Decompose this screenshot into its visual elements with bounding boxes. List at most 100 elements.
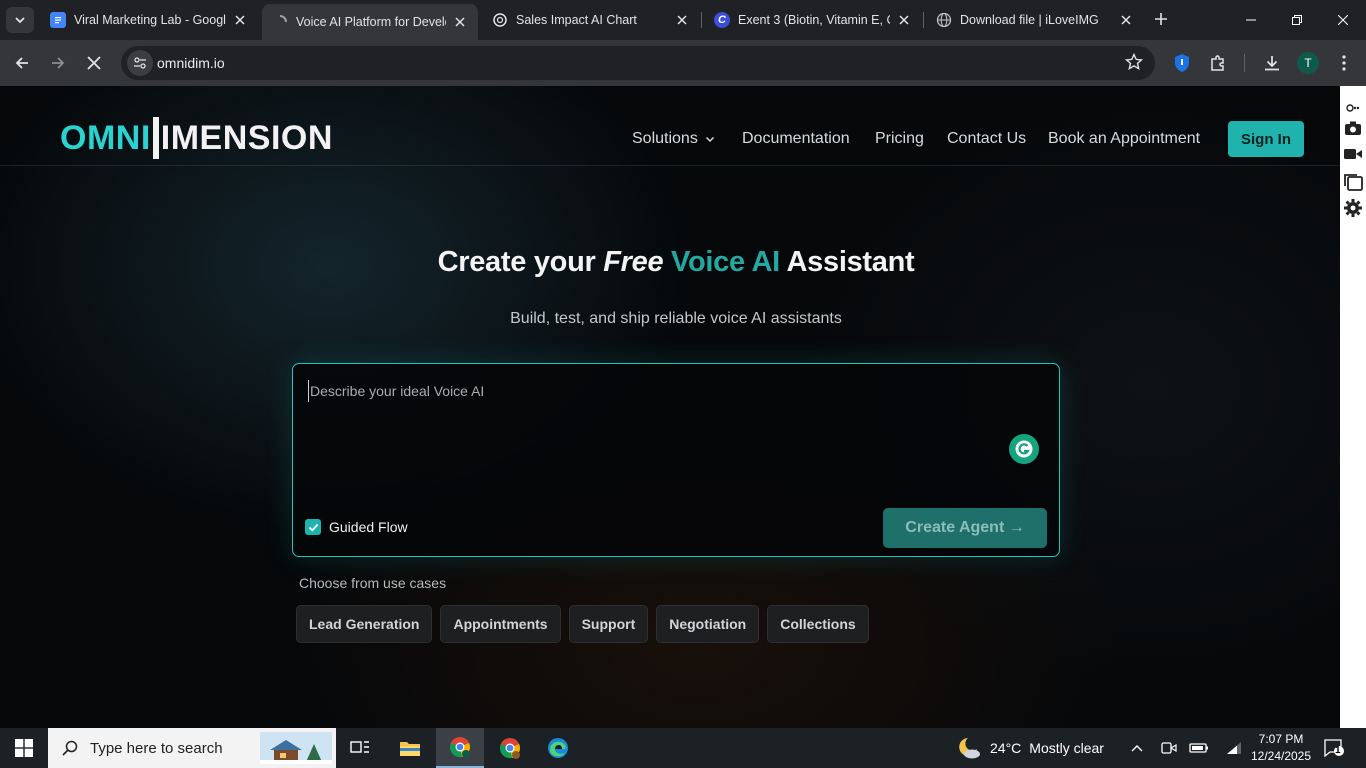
system-clock[interactable]: 7:07 PM 12/24/2025 [1248,731,1314,765]
nav-contact-us[interactable]: Contact Us [947,130,1026,148]
tab-sales-impact-chart[interactable]: Sales Impact AI Chart [482,6,700,34]
voice-ai-prompt-box: Guided Flow Create Agent → [292,363,1060,557]
downloads-button[interactable] [1258,49,1286,77]
bookmark-star-icon[interactable] [1124,52,1144,76]
battery-icon[interactable] [1189,738,1209,758]
weather-widget[interactable]: 24°C Mostly clear [956,728,1104,768]
search-icon [62,740,78,756]
tab-download-file[interactable]: Download file | iLoveIMG [926,6,1144,34]
close-icon[interactable] [674,12,690,28]
weather-temp: 24°C [990,740,1022,756]
sign-in-button[interactable]: Sign In [1228,121,1304,157]
voice-ai-description-input[interactable] [308,380,1008,402]
site-header: OMNI IMENSION Solutions Documentation Pri… [0,86,1340,166]
shield-icon [1175,54,1189,72]
meet-now-icon[interactable] [1159,738,1179,758]
tab-exent-3[interactable]: C Exent 3 (Biotin, Vitamin E, Co [704,6,922,34]
search-highlight-image [260,732,332,764]
hero-subtitle: Build, test, and ship reliable voice AI … [510,310,842,327]
clock-date: 12/24/2025 [1250,749,1312,763]
nav-solutions[interactable]: Solutions [632,130,715,148]
file-explorer-button[interactable] [386,728,434,768]
use-case-support[interactable]: Support [568,605,649,643]
minimize-button[interactable] [1228,0,1274,40]
guided-flow-checkbox[interactable] [305,519,321,535]
checkmark-icon [308,523,318,532]
chrome-taskbar-button[interactable] [436,728,484,768]
taskbar-search-box[interactable]: Type here to search [48,728,336,768]
nav-book-appointment[interactable]: Book an Appointment [1048,130,1200,148]
close-icon[interactable] [452,14,468,30]
close-icon[interactable] [1118,12,1134,28]
use-cases-label: Choose from use cases [299,575,447,591]
notification-icon [1324,739,1344,757]
url-text: omnidim.io [157,55,225,71]
folder-icon [400,742,420,756]
tab-separator [701,12,702,28]
use-case-appointments[interactable]: Appointments [440,605,561,643]
guided-flow-toggle[interactable]: Guided Flow [305,519,408,535]
omnidimension-logo[interactable]: OMNI IMENSION [60,114,333,162]
copy-window-icon[interactable] [1341,170,1365,194]
nav-pricing[interactable]: Pricing [875,130,924,148]
chrome-icon [500,738,520,759]
task-view-icon [350,741,369,753]
moon-cloud-icon [959,738,980,759]
extension-shield-button[interactable] [1168,49,1196,77]
more-vert-icon [1342,55,1346,71]
nav-documentation[interactable]: Documentation [742,130,850,148]
video-camera-icon[interactable] [1341,142,1365,166]
task-view-button[interactable] [336,728,384,768]
show-hidden-icons-button[interactable] [1127,738,1147,758]
back-button[interactable] [8,49,36,77]
use-case-negotiation[interactable]: Negotiation [656,605,760,643]
browser-menu-button[interactable] [1330,49,1358,77]
close-icon[interactable] [232,12,248,28]
chrome-profile-taskbar-button[interactable] [486,728,534,768]
tab-viral-marketing[interactable]: Viral Marketing Lab - Google [40,6,258,34]
gear-icon[interactable] [1341,196,1365,220]
stop-loading-button[interactable] [80,49,108,77]
new-tab-button[interactable] [1150,8,1172,30]
create-agent-button[interactable]: Create Agent → [883,508,1047,548]
chevron-up-icon [1131,745,1143,752]
notification-center-button[interactable]: 1 [1322,736,1346,760]
profile-avatar[interactable]: T [1297,52,1319,74]
tab-search-button[interactable] [6,7,34,33]
windows-logo-icon [15,739,33,757]
hero-title-part1: Create your [437,246,604,278]
link-icon[interactable] [1341,100,1365,116]
tab-voice-ai-platform[interactable]: Voice AI Platform for Develo [262,4,478,40]
tab-title: Download file | iLoveIMG [960,13,1099,27]
chatgpt-icon [492,12,508,28]
restore-button[interactable] [1274,0,1320,40]
page-content: OMNI IMENSION Solutions Documentation Pri… [0,86,1340,728]
browser-toolbar: omnidim.io T [0,40,1366,86]
use-case-collections[interactable]: Collections [767,605,869,643]
tab-title: Voice AI Platform for Develo [296,15,446,29]
wifi-icon[interactable] [1224,738,1244,758]
camera-icon[interactable] [1341,116,1365,140]
use-case-lead-generation[interactable]: Lead Generation [296,605,433,643]
tab-title: Exent 3 (Biotin, Vitamin E, Co [738,13,890,27]
extensions-button[interactable] [1204,49,1232,77]
browser-tab-strip: Viral Marketing Lab - Google Voice AI Pl… [0,0,1366,40]
start-button[interactable] [0,728,48,768]
site-info-button[interactable] [127,50,153,76]
close-icon [1338,15,1348,25]
tab-title: Sales Impact AI Chart [516,13,637,27]
weather-condition: Mostly clear [1029,740,1104,756]
close-icon[interactable] [896,12,912,28]
grammarly-icon[interactable] [1009,434,1039,464]
tab-separator [923,12,924,28]
arrow-right-icon [52,57,65,69]
windows-taskbar: Type here to search 24°C Mostly clear 7:… [0,728,1366,768]
address-bar[interactable]: omnidim.io [121,46,1155,80]
globe-icon [936,12,952,28]
forward-button[interactable] [44,49,72,77]
edge-icon [548,738,568,758]
hero-title-voice-ai: Voice AI [663,246,780,278]
extension-side-panel [1340,86,1366,728]
edge-taskbar-button[interactable] [534,728,582,768]
close-window-button[interactable] [1320,0,1366,40]
